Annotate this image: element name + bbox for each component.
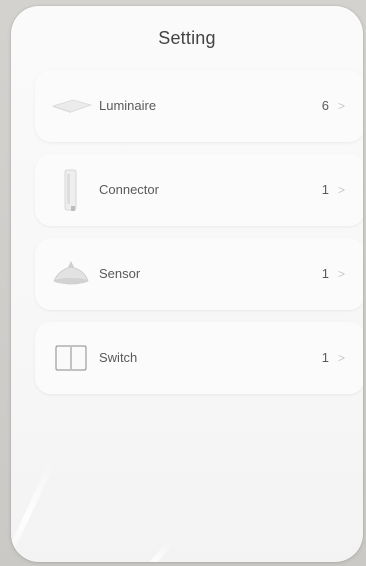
list-item-count: 6 <box>321 98 329 113</box>
chevron-right-icon: > <box>337 351 345 365</box>
list-item-switch[interactable]: Switch 1 > <box>35 322 363 394</box>
list-item-label: Sensor <box>99 266 141 281</box>
luminaire-icon <box>49 70 93 142</box>
list-item-count: 1 <box>321 266 329 281</box>
list-item-count: 1 <box>321 182 329 197</box>
list-item-luminaire[interactable]: Luminaire 6 > <box>35 70 363 142</box>
settings-panel: Setting Luminaire 6 > Connector 1 > Sens… <box>11 6 363 562</box>
chevron-right-icon: > <box>337 267 345 281</box>
list-item-sensor[interactable]: Sensor 1 > <box>35 238 363 310</box>
chevron-right-icon: > <box>337 99 345 113</box>
switch-icon <box>49 322 93 394</box>
list-item-count: 1 <box>321 350 329 365</box>
list-item-label: Switch <box>99 350 138 365</box>
list-item-label: Luminaire <box>99 98 157 113</box>
screen-glare <box>130 539 174 562</box>
screen-glare <box>11 460 56 562</box>
connector-icon <box>49 154 93 226</box>
page-title: Setting <box>158 28 216 48</box>
list-item-connector[interactable]: Connector 1 > <box>35 154 363 226</box>
sensor-icon <box>49 238 93 310</box>
chevron-right-icon: > <box>337 183 345 197</box>
list-item-label: Connector <box>99 182 159 197</box>
